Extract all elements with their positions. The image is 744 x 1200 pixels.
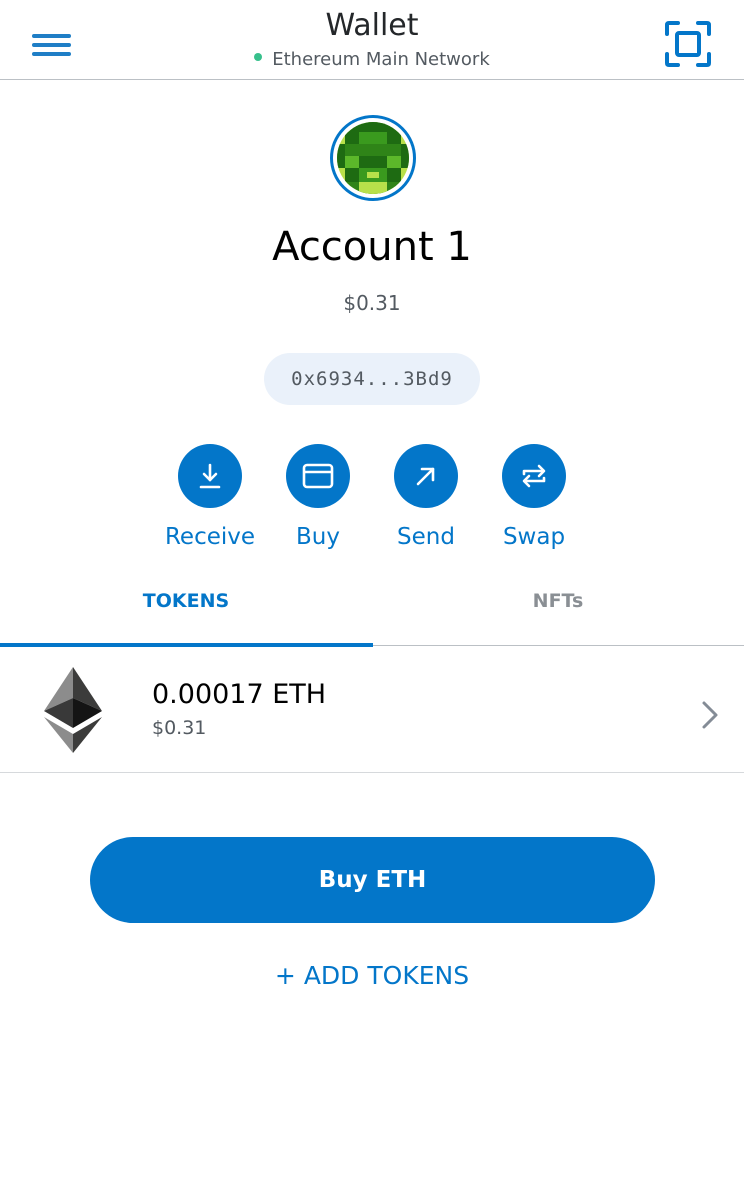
buy-button[interactable]: Buy: [268, 444, 368, 552]
identicon-avatar: [337, 122, 409, 194]
chevron-right-icon: [698, 699, 722, 731]
receive-button[interactable]: Receive: [160, 444, 260, 552]
card-icon: [286, 444, 350, 508]
add-tokens-link[interactable]: + ADD TOKENS: [222, 958, 522, 994]
token-amount: 0.00017 ETH: [152, 679, 327, 710]
token-fiat-value: $0.31: [152, 717, 207, 739]
arrow-up-right-icon: [394, 444, 458, 508]
network-status-dot: [254, 53, 263, 61]
qr-scan-icon[interactable]: [658, 14, 718, 74]
account-name: Account 1: [272, 224, 472, 270]
buy-label: Buy: [296, 524, 340, 550]
tab-nfts[interactable]: NFTs: [372, 570, 744, 646]
swap-label: Swap: [502, 524, 566, 550]
download-icon: [178, 444, 242, 508]
receive-label: Receive: [164, 524, 256, 550]
swap-arrows-icon: [502, 444, 566, 508]
account-address-button[interactable]: 0x6934...3Bd9: [264, 353, 480, 405]
swap-button[interactable]: Swap: [484, 444, 584, 552]
header-title-block: Wallet Ethereum Main Network: [172, 6, 572, 72]
ethereum-icon: [44, 667, 102, 753]
token-list-item[interactable]: 0.00017 ETH $0.31: [0, 647, 744, 773]
network-name: Ethereum Main Network: [272, 49, 490, 70]
asset-tabs: TOKENS NFTs: [0, 570, 744, 647]
buy-eth-button[interactable]: Buy ETH: [90, 837, 655, 923]
send-button[interactable]: Send: [376, 444, 476, 552]
app-header: Wallet Ethereum Main Network: [0, 0, 744, 80]
account-balance: $0.31: [343, 291, 401, 315]
page-title: Wallet: [325, 8, 419, 43]
tab-tokens[interactable]: TOKENS: [0, 570, 372, 646]
network-selector[interactable]: Ethereum Main Network: [172, 48, 572, 72]
hamburger-menu-icon[interactable]: [22, 22, 80, 68]
account-avatar[interactable]: [330, 115, 416, 201]
send-label: Send: [397, 524, 455, 550]
